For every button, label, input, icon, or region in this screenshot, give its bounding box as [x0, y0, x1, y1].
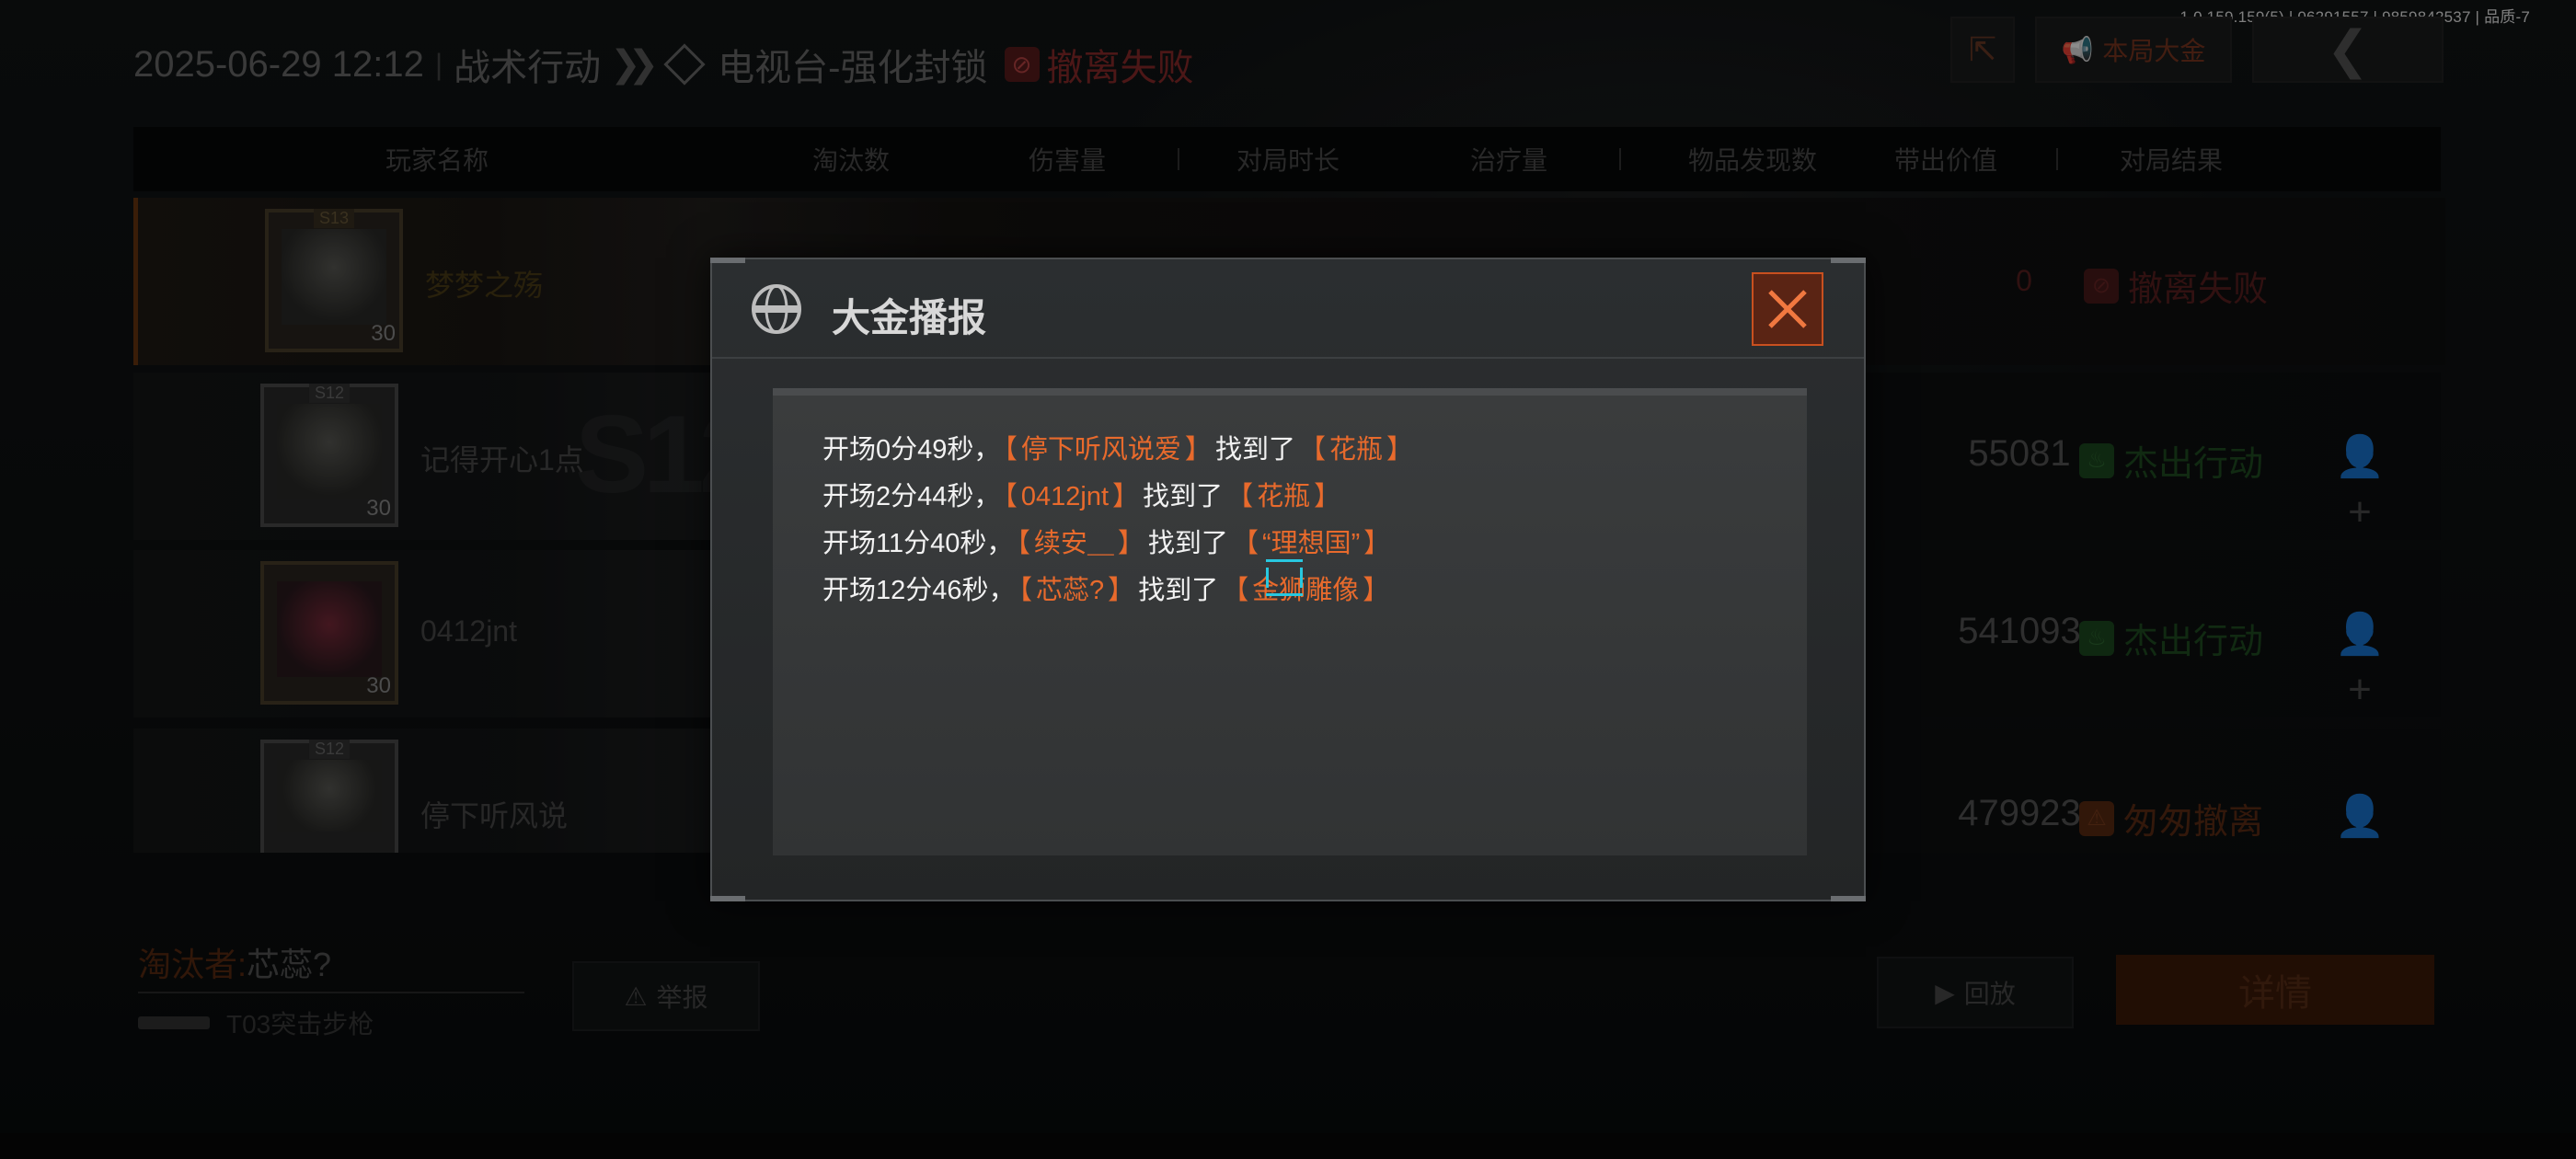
broadcast-found: 找到了: [1143, 482, 1224, 511]
broadcast-item: “理想国”: [1261, 529, 1361, 558]
broadcast-time: 开场2分44秒，: [822, 482, 1001, 511]
list-item: 开场11分40秒，【续安＿】找到了【“理想国”】: [822, 529, 1391, 558]
frame-corner: [1831, 896, 1866, 901]
broadcast-player: 续安＿: [1033, 529, 1114, 558]
broadcast-item: 花瓶: [1257, 482, 1311, 511]
list-item: 开场0分49秒，【停下听风说爱】找到了【花瓶】: [822, 435, 1413, 465]
broadcast-found: 找到了: [1214, 435, 1295, 465]
list-item: 开场2分44秒，【0412jnt】找到了【花瓶】: [822, 482, 1341, 511]
dialog-title: 大金播报: [832, 296, 987, 339]
broadcast-found: 找到了: [1147, 529, 1228, 558]
broadcast-time: 开场11分40秒，: [822, 529, 1014, 558]
close-button[interactable]: [1752, 272, 1823, 346]
broadcast-time: 开场0分49秒，: [822, 435, 1001, 465]
broadcast-time: 开场12分46秒，: [822, 576, 1016, 605]
broadcast-player: 芯蕊?: [1036, 576, 1105, 605]
close-icon: [1768, 290, 1807, 328]
dialog-header: 大金播报: [712, 259, 1864, 359]
broadcast-player: 0412jnt: [1020, 482, 1110, 511]
broadcast-player: 停下听风说爱: [1020, 435, 1181, 465]
frame-corner: [710, 896, 745, 901]
globe-icon: [752, 284, 801, 334]
list-item: 开场12分46秒，【芯蕊?】找到了【金狮雕像】: [822, 576, 1390, 605]
broadcast-item: 花瓶: [1328, 435, 1383, 465]
broadcast-found: 找到了: [1138, 576, 1219, 605]
cursor-reticle-icon: [1266, 559, 1303, 596]
broadcast-list: 开场0分49秒，【停下听风说爱】找到了【花瓶】 开场2分44秒，【0412jnt…: [773, 388, 1807, 855]
